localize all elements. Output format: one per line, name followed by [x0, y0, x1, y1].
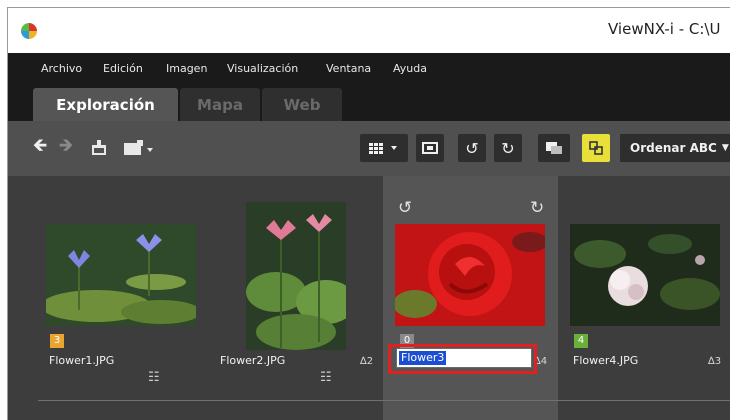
- menu-visualizacion[interactable]: Visualización: [227, 62, 298, 75]
- color-label-badge: 4: [574, 334, 588, 348]
- thumbnail-filename: Flower4.JPG: [573, 354, 639, 367]
- thumbnail-image[interactable]: [570, 224, 720, 326]
- forward-arrow-icon[interactable]: 🡺: [56, 134, 76, 162]
- menu-edicion[interactable]: Edición: [103, 62, 143, 75]
- thumbnail-filename: Flower2.JPG: [220, 354, 286, 367]
- star-rating: ∆2: [360, 356, 374, 367]
- tab-web[interactable]: Web: [262, 88, 342, 121]
- menu-archivo[interactable]: Archivo: [41, 62, 82, 75]
- thumbnail-image[interactable]: [246, 202, 346, 350]
- rotate-right-icon[interactable]: ↻: [494, 134, 522, 162]
- edit-highlight-frame: [388, 344, 537, 374]
- chevron-down-icon: ▼: [721, 143, 729, 153]
- grid-view-icon[interactable]: [360, 134, 408, 162]
- globe-icon: ☷: [148, 370, 160, 385]
- thumbnail-filename: Flower1.JPG: [49, 354, 115, 367]
- window-title: ViewNX-i - C:\U: [608, 20, 721, 38]
- star-rating: ∆3: [708, 356, 722, 367]
- thumbnail-image[interactable]: [395, 224, 545, 326]
- title-bar: ViewNX-i - C:\U: [8, 8, 730, 53]
- tab-exploracion[interactable]: Exploración: [33, 88, 178, 121]
- tab-mapa[interactable]: Mapa: [180, 88, 260, 121]
- compare-icon[interactable]: [538, 134, 570, 162]
- link-toggle-icon[interactable]: [582, 134, 610, 162]
- menu-ayuda[interactable]: Ayuda: [393, 62, 427, 75]
- full-screen-icon[interactable]: [416, 134, 444, 162]
- rotate-left-icon[interactable]: ↺: [398, 198, 412, 218]
- menu-imagen[interactable]: Imagen: [166, 62, 207, 75]
- thumbnail-grid: ↺ ↻ 3 Flower1.JPG ☷ Flower2.JPG ∆2 ☷ 0 F…: [8, 176, 730, 420]
- menu-ventana[interactable]: Ventana: [326, 62, 371, 75]
- sort-label: Ordenar ABC: [630, 141, 717, 155]
- color-label-badge: 3: [50, 334, 64, 348]
- folder-image-icon[interactable]: [118, 134, 158, 162]
- rotate-left-icon[interactable]: ↺: [458, 134, 486, 162]
- toolbar: 🡸 🡺 ↺ ↻ Ordenar ABC ▼: [8, 121, 730, 176]
- sort-dropdown[interactable]: Ordenar ABC ▼: [620, 134, 730, 162]
- menu-bar: Archivo Edición Imagen Visualización Ven…: [8, 53, 730, 83]
- globe-icon: ☷: [320, 370, 332, 385]
- import-icon[interactable]: [88, 134, 110, 162]
- rotate-right-icon[interactable]: ↻: [530, 198, 544, 218]
- app-window: ViewNX-i - C:\U Archivo Edición Imagen V…: [7, 7, 730, 420]
- row-divider: [38, 400, 730, 401]
- viewnx-logo-icon: [21, 23, 37, 39]
- back-arrow-icon[interactable]: 🡸: [30, 134, 50, 162]
- thumbnail-image[interactable]: [46, 224, 196, 326]
- tab-bar: Exploración Mapa Web: [8, 83, 730, 121]
